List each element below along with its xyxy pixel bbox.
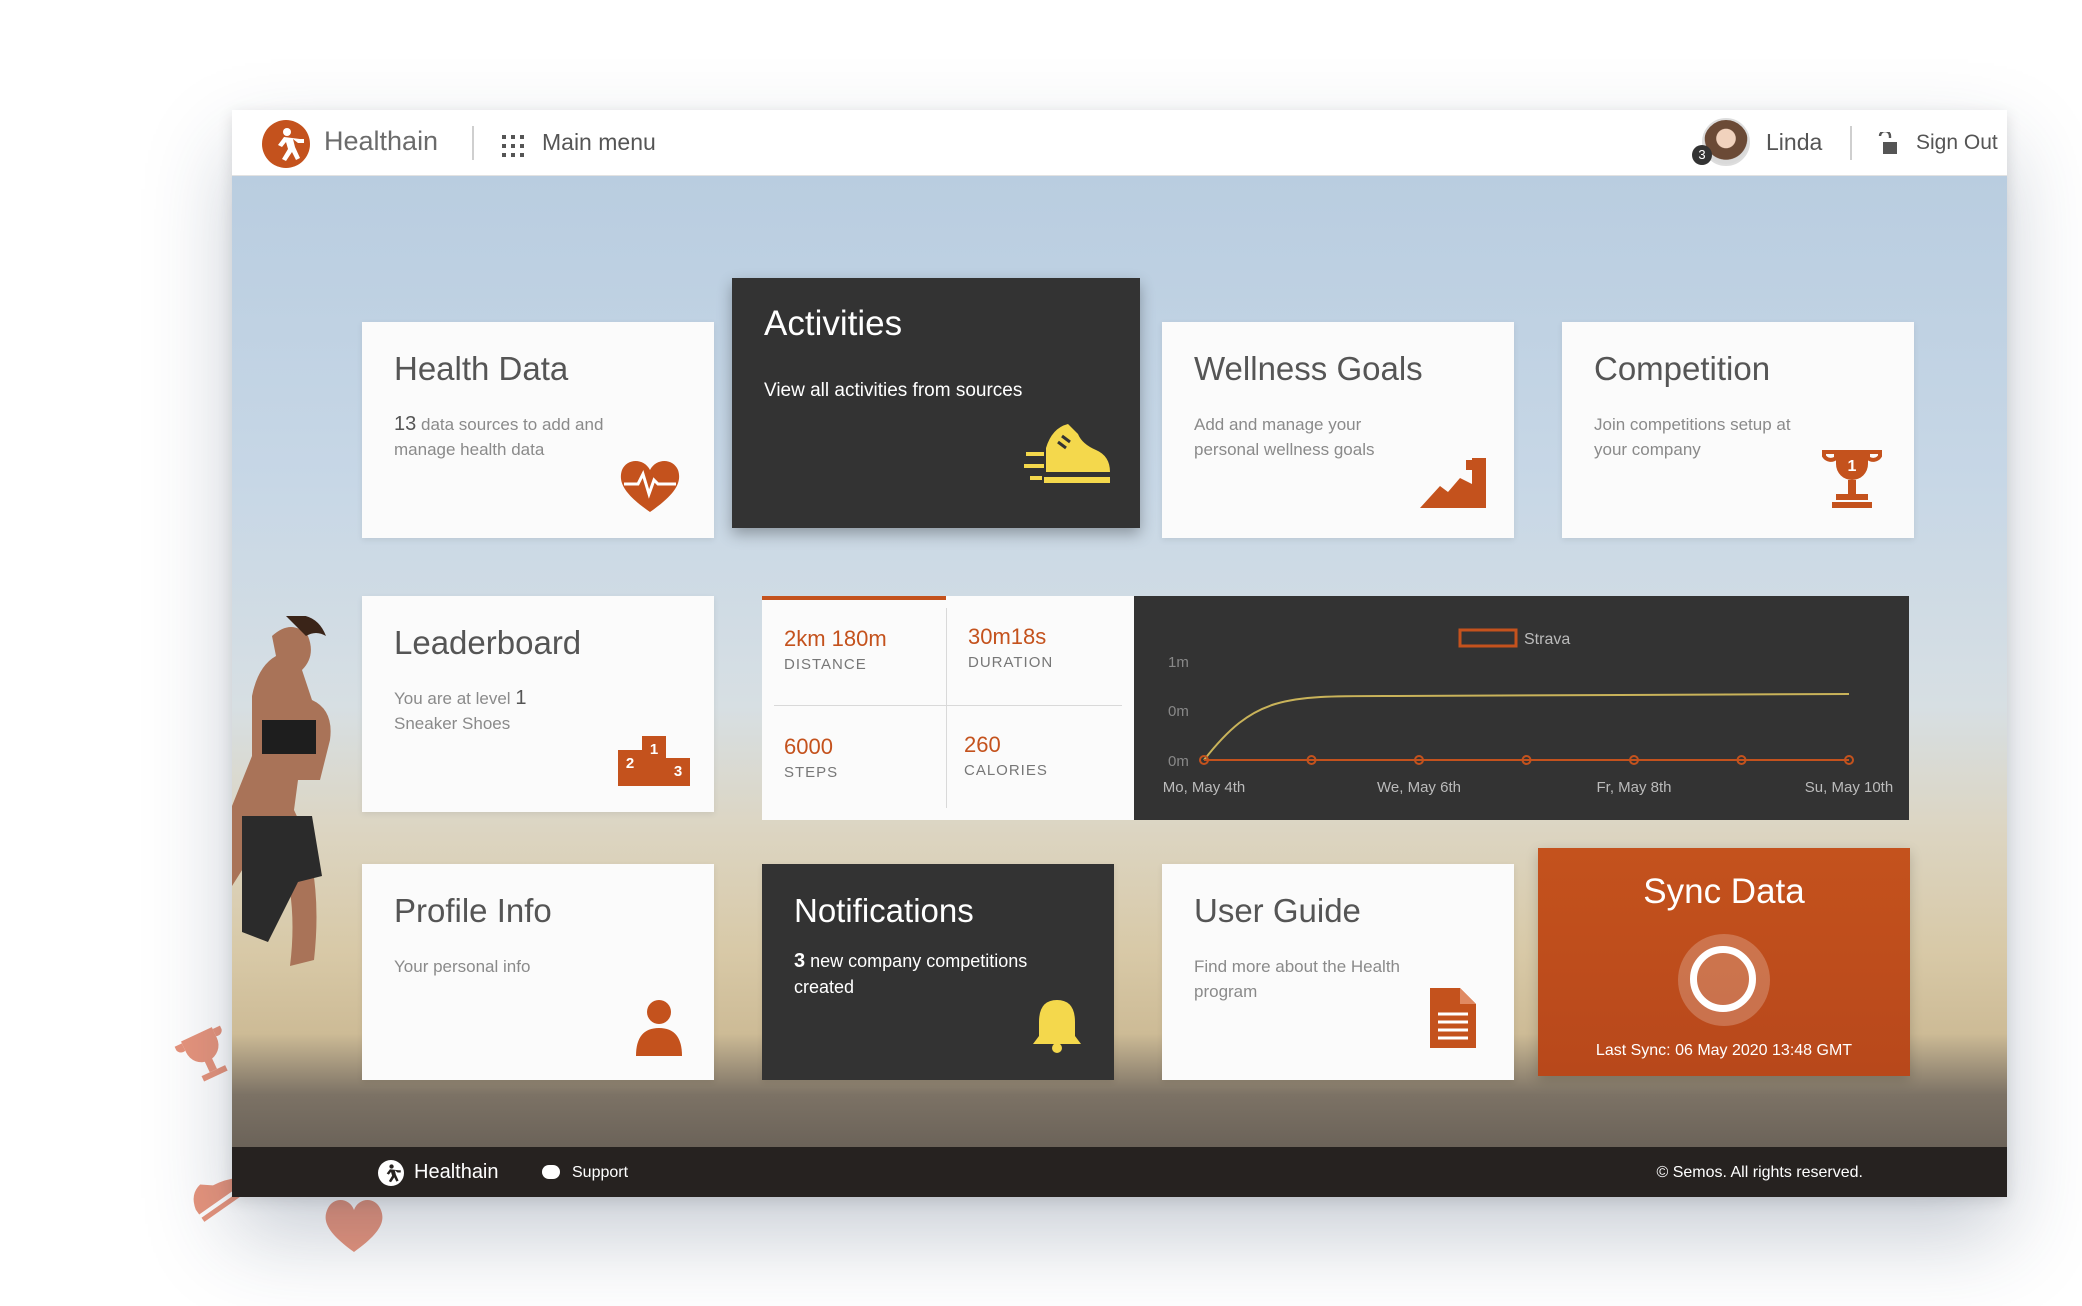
top-bar: Healthain Main menu 3 Linda Sign Out <box>232 110 2007 176</box>
tile-description: 13 data sources to add and manage health… <box>394 412 614 462</box>
last-sync-text: Last Sync: 06 May 2020 13:48 GMT <box>1595 1042 1853 1059</box>
stat-value: 6000 <box>784 734 833 759</box>
activity-chart: Strava 1m 0m 0m Mo, May 4th We, May 6th … <box>1134 596 1909 820</box>
bell-icon <box>1033 1000 1081 1053</box>
trophy-number: 1 <box>1848 458 1857 475</box>
stat-duration: 30m18s DURATION <box>968 624 1053 671</box>
svg-text:1: 1 <box>650 741 658 758</box>
podium-icon: 1 2 3 <box>618 736 690 786</box>
divider <box>774 705 1122 706</box>
wellness-goals-tile[interactable]: Wellness Goals Add and manage your perso… <box>1162 322 1514 538</box>
person-icon <box>636 1000 682 1056</box>
sync-data-tile[interactable]: Sync Data Last Sync: 06 May 2020 13:48 G… <box>1538 848 1910 1076</box>
tile-description: Find more about the Health program <box>1194 957 1401 1001</box>
stat-label: DISTANCE <box>784 656 867 673</box>
tile-title: Notifications <box>794 892 974 929</box>
tile-description: 3 new company competitions created <box>794 948 1054 1000</box>
document-icon <box>1430 988 1476 1048</box>
chat-bubble-icon[interactable] <box>542 1165 560 1179</box>
activity-stats-panel: 2km 180m DISTANCE 30m18s DURATION 6000 S… <box>762 596 1134 820</box>
tile-description-text: new company competitions created <box>794 951 1028 997</box>
grid-menu-icon[interactable] <box>502 135 524 157</box>
legend-label: Strava <box>1524 631 1570 648</box>
notification-count: 3 <box>794 950 806 972</box>
tile-title: Health Data <box>394 350 569 387</box>
brand-name[interactable]: Healthain <box>324 126 438 157</box>
tile-description: View all activities from sources <box>764 380 1023 401</box>
divider <box>1850 126 1852 160</box>
tile-description: Add and manage your personal wellness go… <box>1194 415 1375 459</box>
y-tick-label: 1m <box>1168 654 1189 671</box>
running-shoe-icon <box>1024 424 1110 483</box>
svg-text:3: 3 <box>674 763 682 780</box>
x-tick-label: Su, May 10th <box>1805 779 1893 796</box>
footer-brand[interactable]: Healthain <box>414 1161 499 1184</box>
tile-description: Join competitions setup at your company <box>1594 415 1791 459</box>
trophy-icon: 1 <box>1822 450 1882 508</box>
tile-title: Leaderboard <box>394 624 582 661</box>
footer: Healthain Support © Semos. All rights re… <box>232 1147 2007 1197</box>
x-tick-label: We, May 6th <box>1377 779 1461 796</box>
divider <box>472 126 474 160</box>
tile-title: Wellness Goals <box>1194 350 1423 387</box>
stat-label: DURATION <box>968 654 1054 671</box>
tile-description: Your personal info <box>394 957 531 976</box>
tile-description: You are at level 1 Sneaker Shoes <box>394 686 614 736</box>
heart-pulse-icon <box>620 461 680 512</box>
heart-icon <box>325 1199 383 1252</box>
divider <box>946 608 947 808</box>
health-data-tile[interactable]: Health Data 13 data sources to add and m… <box>362 322 714 538</box>
profile-info-tile[interactable]: Profile Info Your personal info <box>362 864 714 1080</box>
tile-title: Sync Data <box>1643 872 1805 911</box>
unlock-icon[interactable] <box>1876 132 1900 156</box>
competition-tile[interactable]: Competition Join competitions setup at y… <box>1562 322 1914 538</box>
x-tick-label: Fr, May 8th <box>1596 779 1671 796</box>
stat-steps: 6000 STEPS <box>784 734 838 781</box>
user-guide-tile[interactable]: User Guide Find more about the Health pr… <box>1162 864 1514 1080</box>
support-link[interactable]: Support <box>572 1164 628 1182</box>
healthain-logo-icon[interactable] <box>262 120 310 168</box>
tile-title: User Guide <box>1194 892 1361 929</box>
notification-count-badge: 3 <box>1692 145 1712 165</box>
svg-text:2: 2 <box>626 755 634 772</box>
level-number: 1 <box>515 687 527 709</box>
y-tick-label: 0m <box>1168 703 1189 720</box>
stat-calories: 260 CALORIES <box>964 732 1048 779</box>
stat-distance: 2km 180m DISTANCE <box>784 626 887 673</box>
activities-tile[interactable]: Activities View all activities from sour… <box>732 278 1140 528</box>
stats-accent-bar <box>762 596 946 600</box>
sync-icon[interactable] <box>1678 934 1770 1026</box>
legend-swatch <box>1458 628 1518 648</box>
y-tick-label: 0m <box>1168 753 1189 770</box>
tile-title: Activities <box>764 304 903 343</box>
runner-image <box>232 616 331 966</box>
x-tick-label: Mo, May 4th <box>1163 779 1246 796</box>
tile-title: Profile Info <box>394 892 552 929</box>
healthain-logo-icon[interactable] <box>378 1160 404 1186</box>
level-prefix: You are at level <box>394 689 511 708</box>
data-source-count: 13 <box>394 413 417 435</box>
copyright: © Semos. All rights reserved. <box>1656 1164 1863 1181</box>
user-name[interactable]: Linda <box>1766 129 1822 156</box>
stat-value: 2km 180m <box>784 626 887 651</box>
stat-label: STEPS <box>784 764 839 781</box>
stat-value: 30m18s <box>968 624 1047 649</box>
app-window: Healthain Main menu 3 Linda Sign Out Hea… <box>232 110 2007 1197</box>
tile-description-text: data sources to add and manage health da… <box>394 415 604 459</box>
trend-line <box>1203 693 1850 761</box>
tile-title: Competition <box>1594 350 1771 387</box>
sign-out-button[interactable]: Sign Out <box>1916 131 1998 155</box>
stat-label: CALORIES <box>964 762 1048 779</box>
line-chart: Strava 1m 0m 0m Mo, May 4th We, May 6th … <box>1163 628 1893 796</box>
level-name: Sneaker Shoes <box>394 714 511 733</box>
stat-value: 260 <box>964 732 1001 757</box>
main-menu-button[interactable]: Main menu <box>542 129 656 156</box>
notifications-tile[interactable]: Notifications 3 new company competitions… <box>762 864 1114 1080</box>
mountain-flag-icon <box>1420 458 1486 508</box>
leaderboard-tile[interactable]: Leaderboard You are at level 1 Sneaker S… <box>362 596 714 812</box>
